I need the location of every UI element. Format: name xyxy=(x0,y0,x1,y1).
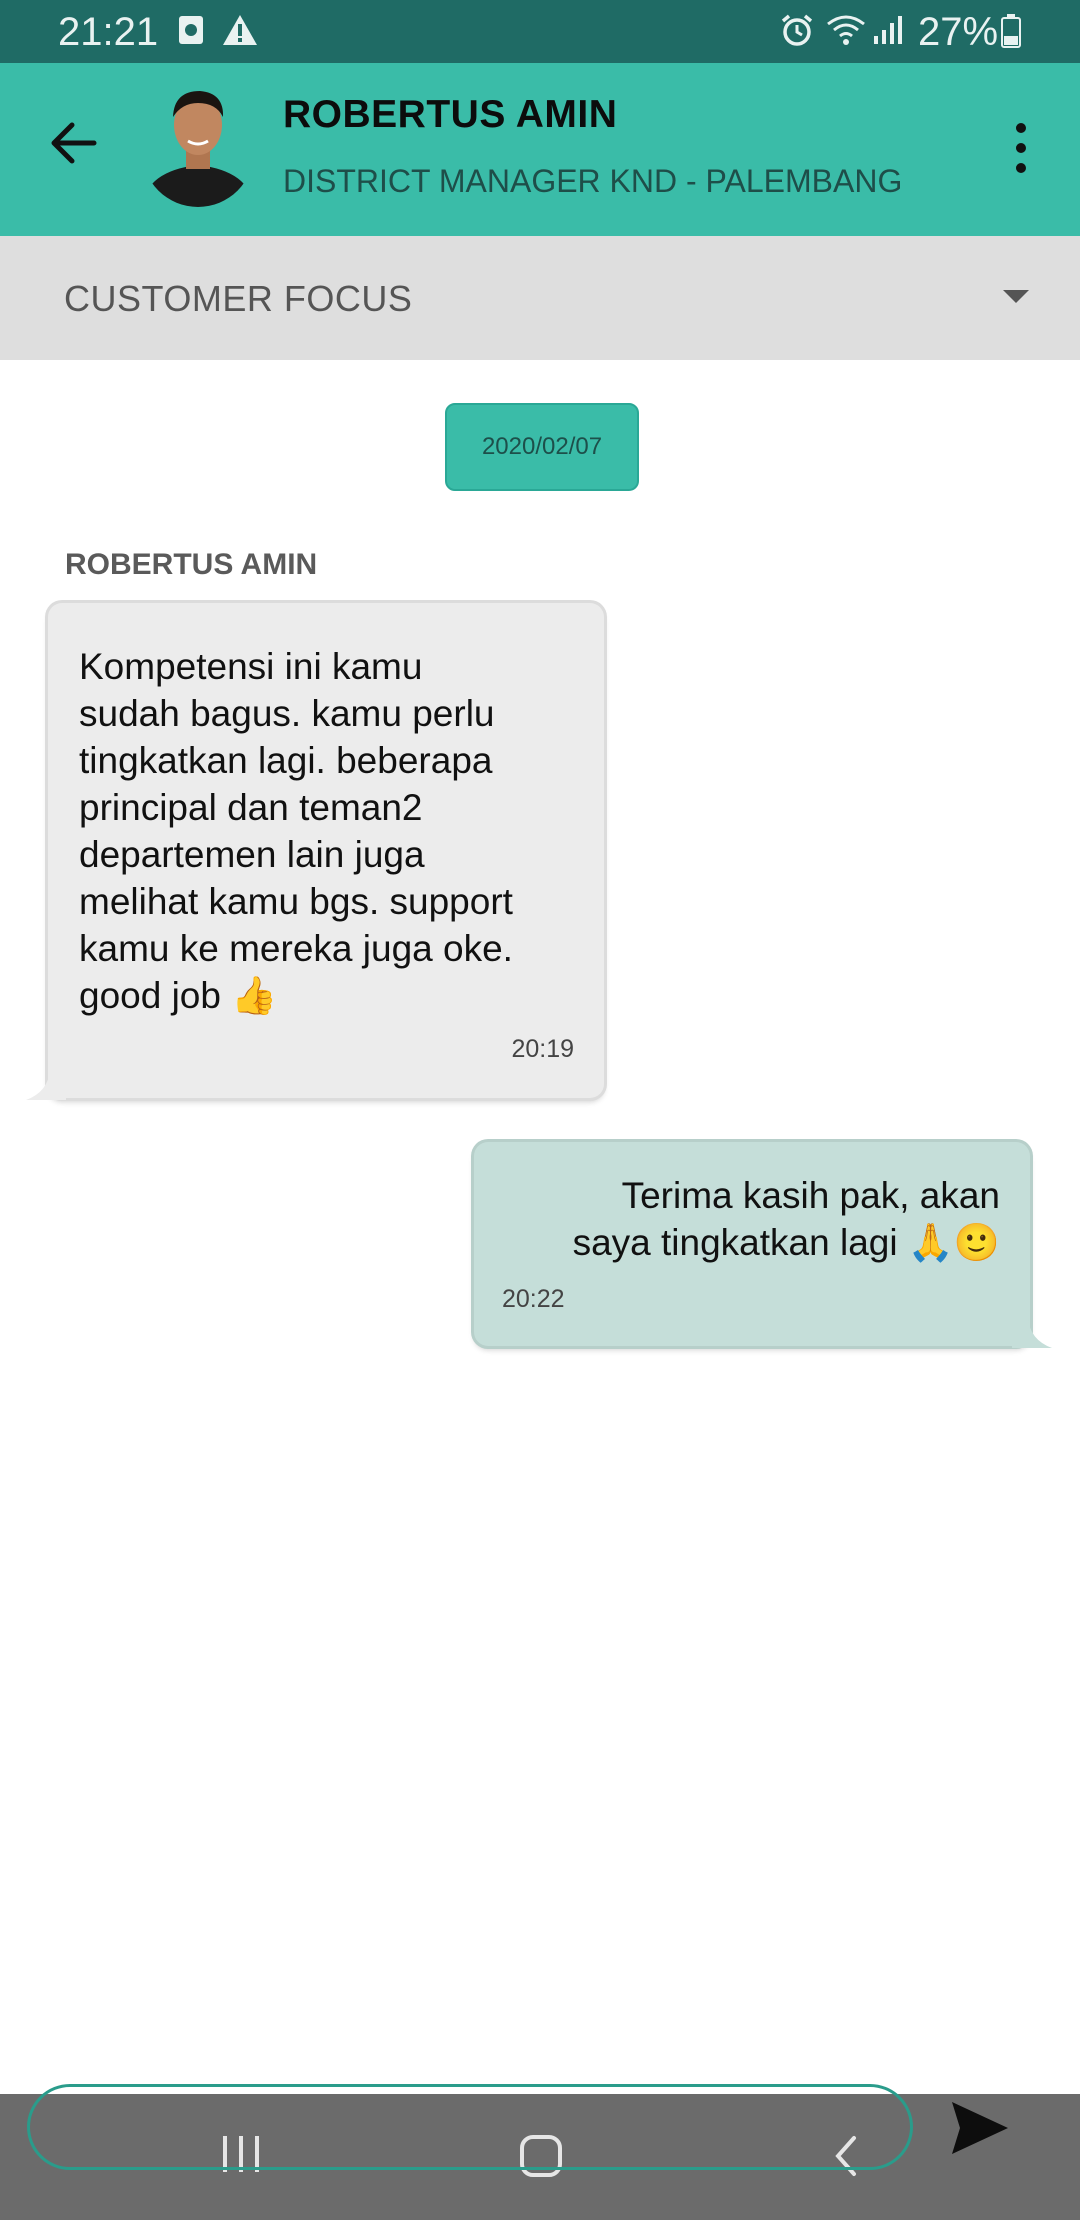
wifi-icon xyxy=(826,14,866,51)
dropdown-selected-value: CUSTOMER FOCUS xyxy=(64,278,413,319)
message-text: Terima kasih pak, akan saya tingkatkan l… xyxy=(572,1175,1000,1263)
incoming-message-bubble[interactable]: Kompetensi ini kamu sudah bagus. kamu pe… xyxy=(26,603,604,1100)
send-icon[interactable] xyxy=(950,2100,1010,2156)
contact-title: DISTRICT MANAGER KND - PALEMBANG xyxy=(283,163,903,199)
battery-percent: 27% xyxy=(918,10,999,54)
warning-icon xyxy=(222,14,258,51)
status-bar: 21:21 27% xyxy=(0,0,1080,63)
more-options-icon[interactable] xyxy=(1006,113,1036,183)
contact-name: ROBERTUS AMIN xyxy=(283,93,618,136)
signal-icon xyxy=(872,14,906,51)
message-text: Kompetensi ini kamu sudah bagus. kamu pe… xyxy=(79,646,513,1016)
caret-down-icon xyxy=(1001,288,1031,309)
date-separator: 2020/02/07 xyxy=(445,403,639,491)
message-time: 20:19 xyxy=(511,1035,574,1063)
avatar[interactable] xyxy=(142,79,254,207)
competency-dropdown[interactable]: CUSTOMER FOCUS xyxy=(0,236,1080,360)
message-time: 20:22 xyxy=(502,1285,565,1313)
back-arrow-icon[interactable] xyxy=(44,113,104,173)
message-input[interactable] xyxy=(27,2084,913,2170)
sender-name: ROBERTUS AMIN xyxy=(65,548,318,581)
status-time: 21:21 xyxy=(58,10,159,54)
outgoing-message-bubble[interactable]: Terima kasih pak, akan saya tingkatkan l… xyxy=(474,1142,1052,1348)
battery-icon xyxy=(1001,14,1021,53)
screenshot-icon xyxy=(178,14,204,51)
app-bar: ROBERTUS AMIN DISTRICT MANAGER KND - PAL… xyxy=(0,63,1080,236)
alarm-icon xyxy=(780,14,814,53)
